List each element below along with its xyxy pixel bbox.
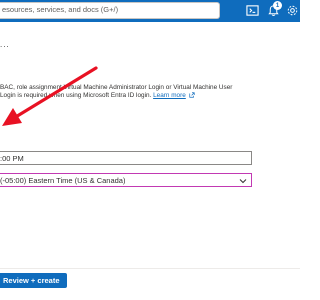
- azure-portal-page: esources, services, and docs (G+/) 1 ...: [0, 0, 300, 300]
- learn-more-link[interactable]: Learn more: [153, 92, 186, 99]
- section-ellipsis: ...: [0, 40, 10, 49]
- search-placeholder: esources, services, and docs (G+/): [2, 5, 119, 14]
- cloud-shell-icon[interactable]: [246, 4, 259, 17]
- notification-badge: 1: [273, 1, 282, 10]
- global-search-input[interactable]: esources, services, and docs (G+/): [0, 2, 220, 19]
- time-zone-dropdown[interactable]: (-05:00) Eastern Time (US & Canada): [0, 173, 252, 187]
- shutdown-time-value: :00 PM: [0, 154, 24, 163]
- time-zone-value: (-05:00) Eastern Time (US & Canada): [0, 176, 126, 185]
- review-create-button[interactable]: Review + create: [0, 273, 67, 288]
- footer-divider: [0, 268, 300, 269]
- annotation-arrow-icon: [2, 66, 98, 126]
- shutdown-time-input[interactable]: :00 PM: [0, 151, 252, 165]
- chevron-down-icon: [239, 179, 247, 184]
- portal-header: esources, services, and docs (G+/) 1: [0, 0, 300, 22]
- settings-icon[interactable]: [286, 4, 299, 17]
- external-link-icon: [188, 92, 195, 98]
